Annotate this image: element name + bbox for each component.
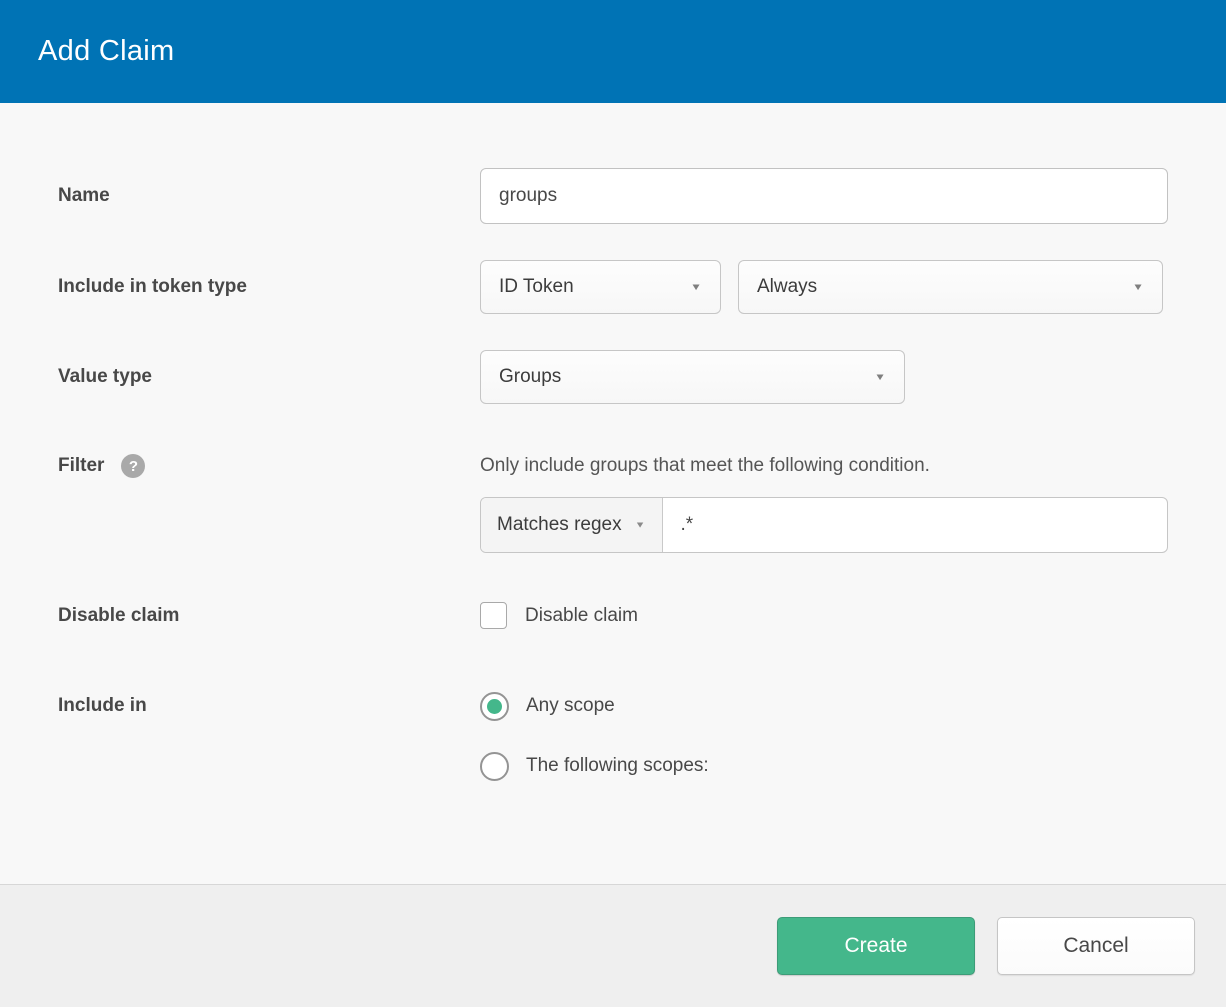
name-row: Name	[0, 168, 1226, 224]
chevron-down-icon: ▼	[690, 281, 702, 292]
radio-dot	[487, 699, 502, 714]
disable-claim-checkbox[interactable]	[480, 602, 507, 629]
add-claim-modal: Add Claim Name Include in token type ID …	[0, 0, 1226, 1007]
token-type-select[interactable]: ID Token ▼	[480, 260, 721, 314]
value-type-row: Value type Groups ▼	[0, 350, 1226, 404]
radio-option-following-scopes[interactable]: The following scopes:	[480, 751, 709, 781]
radio-label: Any scope	[526, 695, 615, 717]
filter-condition-group: Matches regex ▼	[480, 497, 1168, 553]
token-type-row: Include in token type ID Token ▼ Always …	[0, 260, 1226, 314]
radio-button-selected[interactable]	[480, 692, 509, 721]
include-in-label: Include in	[58, 691, 480, 721]
filter-pattern-input[interactable]	[663, 498, 1167, 552]
token-type-select-value: ID Token	[499, 276, 574, 298]
chevron-down-icon: ▼	[874, 371, 886, 382]
disable-claim-label: Disable claim	[58, 605, 480, 627]
create-button[interactable]: Create	[777, 917, 975, 975]
filter-label-wrap: Filter ?	[58, 452, 480, 480]
include-in-radio-group: Any scope The following scopes:	[480, 691, 709, 811]
filter-helper-text: Only include groups that meet the follow…	[480, 452, 1168, 480]
value-type-select-value: Groups	[499, 366, 561, 388]
name-input[interactable]	[480, 168, 1168, 224]
token-type-label: Include in token type	[58, 276, 480, 298]
radio-button[interactable]	[480, 752, 509, 781]
modal-footer: Create Cancel	[0, 884, 1226, 1007]
token-condition-select[interactable]: Always ▼	[738, 260, 1163, 314]
chevron-down-icon: ▼	[635, 520, 646, 530]
chevron-down-icon: ▼	[1132, 281, 1144, 292]
filter-condition-select[interactable]: Matches regex ▼	[481, 498, 663, 552]
radio-label: The following scopes:	[526, 755, 709, 777]
filter-condition-select-value: Matches regex	[497, 514, 622, 536]
help-icon[interactable]: ?	[121, 454, 145, 478]
disable-claim-checkbox-label[interactable]: Disable claim	[525, 605, 638, 627]
radio-option-any-scope[interactable]: Any scope	[480, 691, 709, 721]
filter-row: Filter ? Only include groups that meet t…	[0, 452, 1226, 553]
cancel-button[interactable]: Cancel	[997, 917, 1195, 975]
disable-claim-row: Disable claim Disable claim	[0, 602, 1226, 629]
filter-controls: Only include groups that meet the follow…	[480, 452, 1168, 553]
value-type-select[interactable]: Groups ▼	[480, 350, 905, 404]
value-type-label: Value type	[58, 366, 480, 388]
modal-body: Name Include in token type ID Token ▼ Al…	[0, 103, 1226, 884]
name-label: Name	[58, 185, 480, 207]
filter-label: Filter	[58, 455, 104, 477]
token-condition-select-value: Always	[757, 276, 817, 298]
modal-header: Add Claim	[0, 0, 1226, 103]
page-title: Add Claim	[38, 35, 174, 68]
include-in-row: Include in Any scope The following scope…	[0, 691, 1226, 811]
